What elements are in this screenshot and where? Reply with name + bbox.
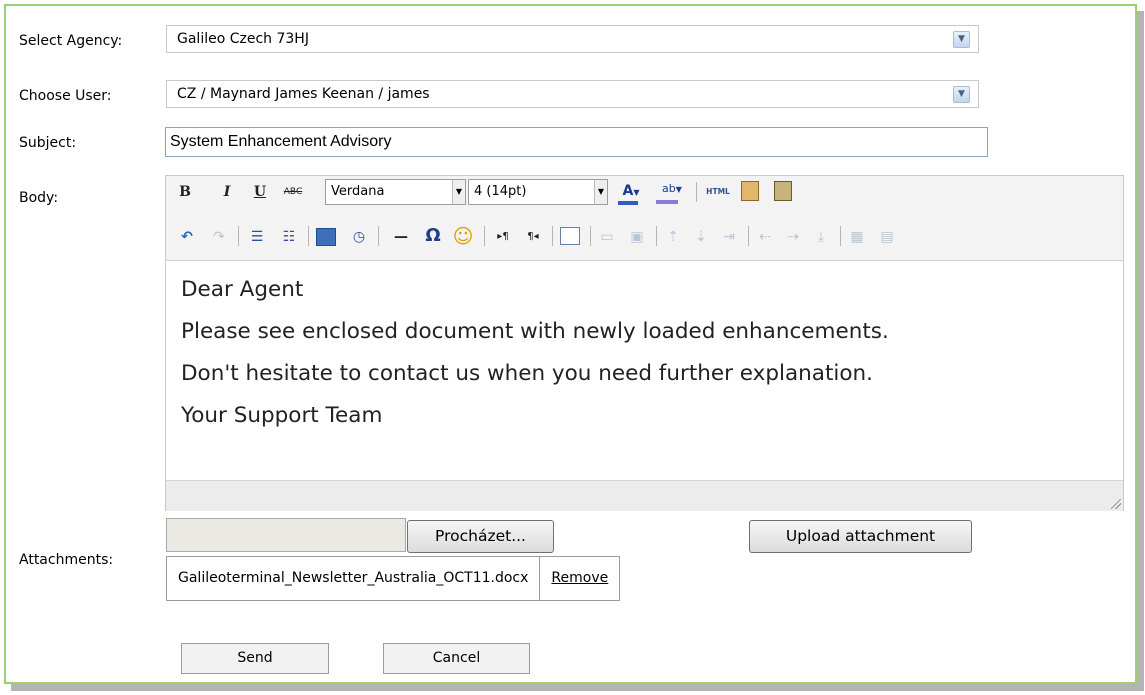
rich-text-editor[interactable]: B I U ABC Verdana ▼ 4 (14pt) ▼ A▼ ab▼ HT… (165, 175, 1124, 511)
attachments-label: Attachments: (19, 552, 114, 568)
toolbar-separator (484, 226, 485, 246)
agency-select[interactable]: Galileo Czech 73HJ ▼ (166, 25, 979, 53)
agency-select-value: Galileo Czech 73HJ (177, 31, 309, 47)
subject-label: Subject: (19, 135, 77, 151)
smiley-icon[interactable]: ☺ (450, 225, 476, 247)
body-label: Body: (19, 190, 59, 206)
body-line: Please see enclosed document with newly … (181, 319, 889, 344)
font-color-swatch (618, 201, 638, 205)
chevron-down-icon: ▼ (452, 180, 465, 204)
toolbar-separator (696, 182, 697, 202)
rtl-direction-button[interactable]: ¶◂ (520, 226, 546, 248)
bullet-list-icon[interactable]: ☰ (246, 226, 268, 248)
browse-button[interactable]: Procházet... (407, 520, 554, 553)
paste-text-icon[interactable] (741, 181, 759, 201)
toolbar-separator (552, 226, 553, 246)
upload-attachment-button[interactable]: Upload attachment (749, 520, 972, 553)
highlight-color-icon[interactable]: ab▼ (655, 178, 689, 200)
insert-column-right-icon: ⇢ (787, 229, 799, 245)
body-line: Your Support Team (181, 403, 383, 428)
toolbar-separator (656, 226, 657, 246)
html-mode-button[interactable]: HTML (701, 181, 735, 203)
table-cell-icon: ▣ (630, 229, 644, 245)
insert-row-below-icon: ⇣ (695, 229, 707, 245)
highlight-color-swatch (656, 200, 678, 204)
subject-input-value: System Enhancement Advisory (170, 133, 392, 150)
choose-user-label: Choose User: (19, 88, 112, 104)
italic-button[interactable]: I (218, 181, 236, 203)
body-line: Dear Agent (181, 277, 304, 302)
send-button[interactable]: Send (181, 643, 329, 674)
chevron-down-icon: ▼ (594, 180, 607, 204)
attachment-file-name: Galileoterminal_Newsletter_Australia_OCT… (167, 557, 541, 600)
insert-row-above-icon: ⇡ (667, 229, 679, 245)
resize-grip-icon[interactable] (1111, 499, 1121, 509)
delete-row-icon: ⇥ (723, 229, 735, 245)
file-path-field[interactable] (166, 518, 406, 552)
toolbar-separator (238, 226, 239, 246)
horizontal-rule-button[interactable]: — (386, 226, 416, 248)
undo-icon[interactable]: ↶ (176, 226, 198, 248)
bold-button[interactable]: B (176, 181, 194, 203)
merge-cells-icon: ▦ (850, 229, 864, 245)
editor-status-bar (166, 480, 1123, 511)
user-select-value: CZ / Maynard James Keenan / james (177, 86, 430, 102)
chevron-down-icon[interactable]: ▼ (953, 31, 970, 48)
strikethrough-button[interactable]: ABC (280, 181, 306, 203)
user-select[interactable]: CZ / Maynard James Keenan / james ▼ (166, 80, 979, 108)
insert-time-icon[interactable]: ◷ (348, 226, 370, 248)
toolbar-separator (378, 226, 379, 246)
cancel-button[interactable]: Cancel (383, 643, 530, 674)
toolbar-separator (590, 226, 591, 246)
insert-column-left-icon: ⇠ (759, 229, 771, 245)
remove-attachment-link[interactable]: Remove (540, 557, 619, 600)
underline-button[interactable]: U (251, 181, 269, 203)
editor-content-area[interactable]: Dear Agent Please see enclosed document … (166, 260, 1123, 480)
delete-column-icon: ⤓ (817, 229, 825, 245)
font-size-value: 4 (14pt) (474, 184, 527, 199)
paste-word-icon[interactable] (774, 181, 792, 201)
editor-toolbar: B I U ABC Verdana ▼ 4 (14pt) ▼ A▼ ab▼ HT… (166, 176, 1123, 260)
ltr-direction-button[interactable]: ▸¶ (490, 226, 516, 248)
font-color-icon[interactable]: A▼ (616, 180, 646, 202)
subject-input[interactable]: System Enhancement Advisory (165, 127, 988, 157)
body-line: Don't hesitate to contact us when you ne… (181, 361, 873, 386)
chevron-down-icon[interactable]: ▼ (953, 86, 970, 103)
toolbar-separator (748, 226, 749, 246)
numbered-list-icon[interactable]: ☷ (278, 226, 300, 248)
redo-icon: ↷ (213, 229, 225, 245)
font-family-select[interactable]: Verdana ▼ (325, 179, 466, 205)
table-row-icon: ▭ (600, 229, 614, 245)
font-size-select[interactable]: 4 (14pt) ▼ (468, 179, 608, 205)
toolbar-separator (840, 226, 841, 246)
font-family-value: Verdana (331, 184, 385, 199)
attachment-row: Galileoterminal_Newsletter_Australia_OCT… (166, 556, 621, 601)
toolbar-separator (308, 226, 309, 246)
split-cells-icon: ▤ (880, 229, 894, 245)
special-character-button[interactable]: Ω (421, 225, 445, 247)
insert-date-icon[interactable] (316, 228, 336, 246)
select-agency-label: Select Agency: (19, 33, 123, 49)
edit-style-icon[interactable] (560, 227, 580, 245)
